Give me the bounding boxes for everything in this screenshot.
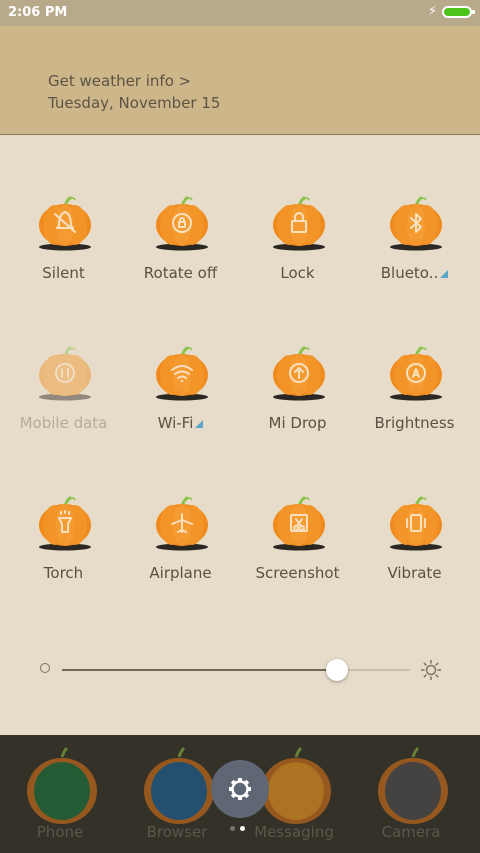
toggle-label: Blueto.. <box>356 264 473 282</box>
toggle-label: Rotate off <box>143 264 218 282</box>
toggle-label: Torch <box>43 564 84 582</box>
slider-fill <box>62 669 337 671</box>
dock-app-label: Camera <box>381 823 441 841</box>
camera-icon <box>378 746 448 824</box>
toggle-airplane[interactable]: Airplane <box>122 490 239 600</box>
toggle-mi-drop[interactable]: Mi Drop <box>239 340 356 450</box>
toggle-blueto[interactable]: Blueto.. <box>356 190 473 300</box>
toggle-label: Silent <box>42 264 85 282</box>
toggle-silent[interactable]: Silent <box>5 190 122 300</box>
dock-app-label: Phone <box>36 823 84 841</box>
gear-icon <box>229 778 251 800</box>
toggle-vibrate[interactable]: Vibrate <box>356 490 473 600</box>
slider-thumb[interactable] <box>325 659 348 681</box>
weather-link[interactable]: Get weather info > <box>48 72 191 90</box>
toggle-label: Brightness <box>374 414 455 432</box>
weather-card[interactable]: Get weather info > Tuesday, November 15 <box>0 26 480 135</box>
status-bar: 2:06 PM ⚡ <box>0 0 480 26</box>
toggle-lock[interactable]: Lock <box>239 190 356 300</box>
brightness-low-icon <box>40 663 50 673</box>
toggle-label: Screenshot <box>255 564 340 582</box>
toggle-mobile-data[interactable]: Mobile data <box>5 340 122 450</box>
charging-icon: ⚡ <box>428 4 438 19</box>
toggle-label: Mi Drop <box>268 414 327 432</box>
settings-button[interactable] <box>211 760 269 818</box>
dock-app-label: Browser <box>146 823 208 841</box>
browser-icon <box>144 746 214 824</box>
toggle-wi-fi[interactable]: Wi-Fi <box>122 340 239 450</box>
toggle-label: Lock <box>280 264 315 282</box>
brightness-high-icon <box>420 659 442 681</box>
phone-icon <box>27 746 97 824</box>
page-dot <box>230 826 235 831</box>
settings-marker-icon <box>440 270 449 278</box>
settings-marker-icon <box>195 420 204 428</box>
date-label: Tuesday, November 15 <box>48 94 221 112</box>
toggle-label: Mobile data <box>19 414 108 432</box>
dock-app-label: Messaging <box>254 823 334 841</box>
battery-icon <box>442 6 475 18</box>
page-indicator <box>230 826 250 832</box>
brightness-slider[interactable] <box>40 655 442 685</box>
toggle-torch[interactable]: Torch <box>5 490 122 600</box>
toggle-label: Vibrate <box>387 564 442 582</box>
toggle-screenshot[interactable]: Screenshot <box>239 490 356 600</box>
messaging-icon <box>261 746 331 824</box>
toggle-brightness[interactable]: Brightness <box>356 340 473 450</box>
status-time: 2:06 PM <box>8 5 68 20</box>
toggle-label: Airplane <box>149 564 212 582</box>
toggle-label: Wi-Fi <box>122 414 239 432</box>
page-dot <box>240 826 245 831</box>
toggle-rotate-off[interactable]: Rotate off <box>122 190 239 300</box>
